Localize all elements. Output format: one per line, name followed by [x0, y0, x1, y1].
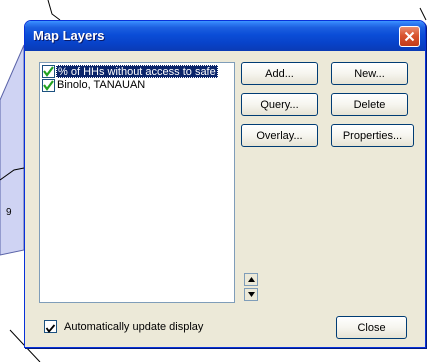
move-layer-up-button[interactable]	[244, 273, 258, 286]
map-boundary-line-right	[419, 7, 427, 21]
layer-item[interactable]: % of HHs without access to safe	[42, 65, 232, 78]
layer-visibility-checkbox[interactable]	[42, 79, 55, 92]
map-label: 9	[6, 207, 12, 218]
close-window-button[interactable]	[399, 26, 420, 47]
close-x-icon	[404, 31, 415, 42]
layer-list[interactable]: % of HHs without access to safe Binolo, …	[39, 62, 235, 303]
checkmark-icon	[43, 66, 54, 77]
close-button[interactable]: Close	[336, 316, 407, 339]
auto-update-option[interactable]: Automatically update display	[44, 320, 203, 333]
layer-item[interactable]: Binolo, TANAUAN	[42, 79, 232, 92]
arrow-up-icon	[247, 277, 255, 282]
arrow-down-icon	[247, 292, 255, 297]
delete-layer-button[interactable]: Delete	[331, 93, 408, 116]
checkmark-icon	[45, 324, 56, 333]
query-button[interactable]: Query...	[241, 93, 318, 116]
new-layer-button[interactable]: New...	[331, 62, 408, 85]
properties-button[interactable]: Properties...	[331, 124, 414, 147]
checkmark-icon	[43, 80, 54, 91]
auto-update-label: Automatically update display	[64, 320, 204, 333]
map-background: 9 Map Layers % of HHs without access to …	[0, 0, 429, 362]
map-boundary-line-top	[47, 0, 61, 21]
map-layers-dialog: Map Layers % of HHs without access to sa…	[24, 20, 426, 348]
layer-visibility-checkbox[interactable]	[42, 65, 55, 78]
layer-item-label: Binolo, TANAUAN	[57, 79, 146, 91]
title-bar[interactable]: Map Layers	[25, 21, 425, 51]
overlay-button[interactable]: Overlay...	[241, 124, 318, 147]
auto-update-checkbox[interactable]	[44, 320, 57, 333]
dialog-title: Map Layers	[33, 28, 105, 43]
layer-item-label: % of HHs without access to safe	[56, 65, 218, 78]
move-layer-down-button[interactable]	[244, 288, 258, 301]
add-layer-button[interactable]: Add...	[241, 62, 318, 85]
map-polygon	[0, 44, 25, 256]
